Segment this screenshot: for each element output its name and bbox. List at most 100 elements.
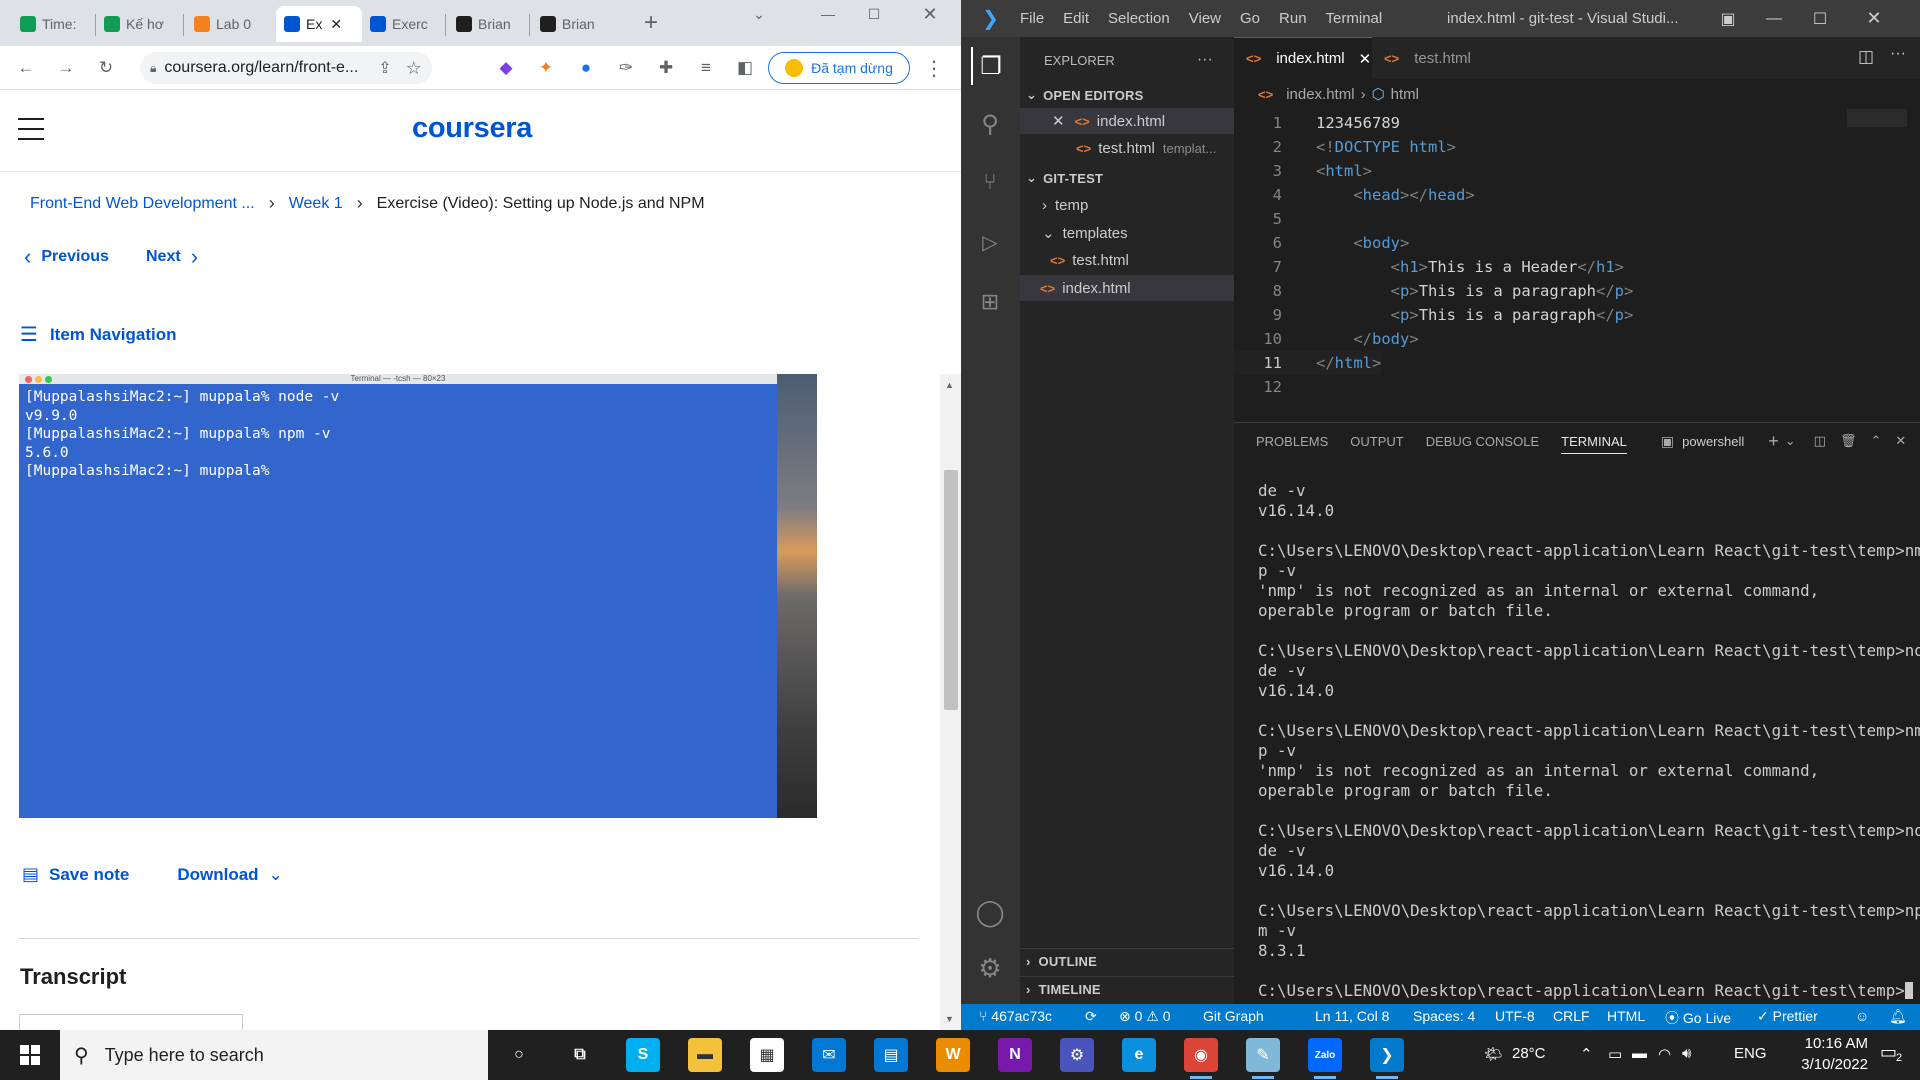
close-window-button[interactable]: ✕ xyxy=(1851,0,1897,37)
code-line[interactable]: 10 </body > xyxy=(1234,327,1418,351)
chevron-down-icon[interactable]: ⌄ xyxy=(1785,433,1796,449)
settings-gear-icon[interactable]: ⚙ xyxy=(971,949,1009,987)
mail-icon[interactable]: ✉ xyxy=(812,1038,846,1072)
code-line[interactable]: 4 < head ></head > xyxy=(1234,183,1475,207)
extensions-puzzle-icon[interactable]: ✚ xyxy=(652,54,680,82)
transcript-search-input[interactable] xyxy=(19,1014,243,1030)
teams-icon[interactable]: ⚙ xyxy=(1060,1038,1094,1072)
video-player[interactable]: Terminal — -tcsh — 80×23 [MuppalashsiMac… xyxy=(19,374,817,818)
close-icon[interactable]: ✕ xyxy=(1359,50,1372,68)
cortana-icon[interactable]: ○ xyxy=(502,1038,536,1072)
menu-view[interactable]: View xyxy=(1189,10,1221,27)
share-icon[interactable]: ⇪ xyxy=(378,58,391,78)
office-icon[interactable]: W xyxy=(936,1038,970,1072)
code-line[interactable]: 6 < body > xyxy=(1234,231,1410,255)
menu-selection[interactable]: Selection xyxy=(1108,10,1170,27)
go-live-button[interactable]: ⦿ Go Live xyxy=(1665,1008,1731,1028)
split-terminal-icon[interactable]: ◫ xyxy=(1814,433,1826,449)
minimize-button[interactable]: — xyxy=(805,0,851,28)
forward-button[interactable]: → xyxy=(52,54,80,82)
scrollbar-thumb[interactable] xyxy=(944,470,958,710)
weather-icon[interactable]: 🌤︎ xyxy=(1484,1045,1503,1063)
calendar-icon[interactable]: ▤ xyxy=(874,1038,908,1072)
more-actions-icon[interactable]: ··· xyxy=(1197,51,1213,69)
new-tab-button[interactable]: + xyxy=(637,9,665,37)
notepad-icon[interactable]: ✎ xyxy=(1246,1038,1280,1072)
language-mode[interactable]: HTML xyxy=(1607,1008,1645,1024)
breadcrumb-file[interactable]: index.html xyxy=(1286,86,1354,103)
notifications-bell-icon[interactable]: 🔔︎ xyxy=(1889,1008,1907,1025)
scroll-up-arrow-icon[interactable]: ▲ xyxy=(945,380,954,390)
close-window-button[interactable]: ✕ xyxy=(907,0,953,28)
taskbar-search-box[interactable]: ⚲ Type here to search xyxy=(60,1030,488,1080)
clock-date[interactable]: 3/10/2022 xyxy=(1780,1056,1868,1073)
git-graph-button[interactable]: Git Graph xyxy=(1203,1008,1264,1024)
breadcrumb-week-link[interactable]: Week 1 xyxy=(289,195,343,213)
download-button[interactable]: Download ⌄ xyxy=(177,865,282,885)
menu-edit[interactable]: Edit xyxy=(1063,10,1089,27)
extension-purple-icon[interactable]: ◆ xyxy=(492,54,520,82)
tab-test-html[interactable]: <> test.html xyxy=(1372,37,1508,79)
code-line[interactable]: 9 < p > This is a paragraph </p > xyxy=(1234,303,1634,327)
eol-status[interactable]: CRLF xyxy=(1553,1008,1590,1024)
code-line[interactable]: 1 123456789 xyxy=(1234,111,1400,135)
battery-icon[interactable]: ▬ xyxy=(1632,1045,1647,1062)
extension-blue-icon[interactable]: ● xyxy=(572,54,600,82)
browser-tab[interactable]: Lab 0 xyxy=(186,6,270,42)
address-bar[interactable]: 🔒︎ coursera.org/learn/front-e... ⇪ ☆ xyxy=(140,52,432,84)
tab-terminal[interactable]: TERMINAL xyxy=(1561,434,1627,454)
feedback-icon[interactable]: ☺ xyxy=(1855,1008,1869,1024)
vscode-icon[interactable]: ❯ xyxy=(1370,1038,1404,1072)
bookmark-star-icon[interactable]: ☆ xyxy=(406,58,422,79)
workspace-section[interactable]: ⌄ GIT-TEST xyxy=(1020,165,1234,191)
close-panel-icon[interactable]: ✕ xyxy=(1895,433,1906,449)
cursor-position[interactable]: Ln 11, Col 8 xyxy=(1315,1008,1389,1024)
split-editor-icon[interactable]: ◫ xyxy=(1858,47,1874,67)
open-editor-item[interactable]: <> test.html templat... xyxy=(1020,135,1234,161)
media-queue-icon[interactable]: ≡ xyxy=(692,54,720,82)
explorer-files-icon[interactable]: ❐ xyxy=(971,47,1009,85)
maximize-button[interactable]: ☐ xyxy=(1797,0,1843,37)
open-editors-section[interactable]: ⌄ OPEN EDITORS xyxy=(1020,82,1234,108)
new-terminal-icon[interactable]: + xyxy=(1768,431,1779,452)
extension-figure-icon[interactable]: ✦ xyxy=(532,54,560,82)
menu-run[interactable]: Run xyxy=(1279,10,1307,27)
scroll-down-arrow-icon[interactable]: ▼ xyxy=(945,1014,954,1024)
browser-tab[interactable]: Time: xyxy=(12,6,92,42)
reload-button[interactable]: ↻ xyxy=(92,54,120,82)
notification-center-icon[interactable]: ▭ xyxy=(1880,1042,1897,1063)
tree-folder-templates[interactable]: ⌄ templates xyxy=(1020,220,1234,246)
store-icon[interactable]: ▦ xyxy=(750,1038,784,1072)
sync-icon[interactable]: ⟳ xyxy=(1085,1008,1097,1025)
meet-now-icon[interactable]: ▭ xyxy=(1608,1045,1622,1063)
next-button[interactable]: Next › xyxy=(146,244,198,270)
indentation-status[interactable]: Spaces: 4 xyxy=(1413,1008,1475,1024)
zalo-icon[interactable]: Zalo xyxy=(1308,1038,1342,1072)
eyedropper-icon[interactable]: ✑ xyxy=(612,54,640,82)
code-editor[interactable]: 1 123456789 2 <! DOCTYPE html >3 < html >4 < head… xyxy=(1234,109,1920,409)
integrated-terminal-output[interactable]: de -v v16.14.0 C:\Users\LENOVO\Desktop\rea… xyxy=(1258,481,1920,1001)
browser-tab[interactable]: Brian xyxy=(532,6,610,42)
extensions-icon[interactable]: ⊞ xyxy=(971,283,1009,321)
code-line[interactable]: 12 xyxy=(1234,375,1316,399)
maximize-panel-icon[interactable]: ⌃ xyxy=(1870,433,1881,449)
save-note-button[interactable]: ▤ Save note xyxy=(22,864,129,885)
tab-debug-console[interactable]: DEBUG CONSOLE xyxy=(1426,434,1539,449)
tab-problems[interactable]: PROBLEMS xyxy=(1256,434,1328,449)
chrome-icon[interactable]: ◉ xyxy=(1184,1038,1218,1072)
hamburger-menu-icon[interactable] xyxy=(18,118,46,140)
input-language[interactable]: ENG xyxy=(1734,1045,1767,1062)
chevron-up-icon[interactable]: ⌃ xyxy=(1580,1045,1593,1063)
encoding-status[interactable]: UTF-8 xyxy=(1495,1008,1535,1024)
prettier-status[interactable]: ✓ Prettier xyxy=(1757,1008,1818,1025)
side-panel-icon[interactable]: ◧ xyxy=(731,54,759,82)
previous-button[interactable]: ‹ Previous xyxy=(24,244,109,270)
code-line[interactable]: 3 < html > xyxy=(1234,159,1372,183)
browser-tab[interactable]: Exerc xyxy=(362,6,442,42)
trash-icon[interactable]: 🗑︎ xyxy=(1840,433,1857,449)
minimap-slider[interactable] xyxy=(1847,109,1907,127)
code-line[interactable]: 5 xyxy=(1234,207,1316,231)
code-line[interactable]: 11 </html > xyxy=(1234,351,1381,375)
skype-icon[interactable]: S xyxy=(626,1038,660,1072)
browser-tab[interactable]: Brian xyxy=(448,6,526,42)
